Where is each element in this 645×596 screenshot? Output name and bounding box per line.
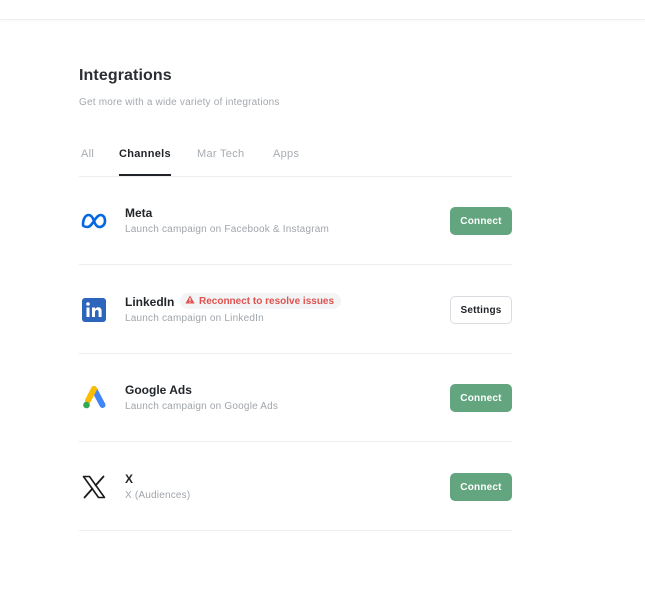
- integration-description: Launch campaign on Facebook & Instagram: [125, 224, 330, 235]
- integration-description: Launch campaign on LinkedIn: [125, 313, 264, 324]
- integration-name: LinkedIn: [125, 295, 175, 309]
- page-subtitle: Get more with a wide variety of integrat…: [79, 97, 280, 108]
- tab-mar-tech[interactable]: Mar Tech: [197, 140, 244, 176]
- integration-description: X (Audiences): [125, 490, 191, 501]
- linkedin-icon: [79, 295, 109, 325]
- tab-apps[interactable]: Apps: [273, 140, 299, 176]
- top-bar: [0, 0, 645, 20]
- integration-row-google-ads: Google Ads Launch campaign on Google Ads…: [79, 354, 512, 442]
- meta-icon: [79, 206, 109, 236]
- connect-x-button[interactable]: Connect: [450, 473, 512, 501]
- x-icon: [79, 472, 109, 502]
- integration-name: X: [125, 472, 134, 486]
- page-title: Integrations: [79, 67, 172, 84]
- integration-row-linkedin: LinkedIn Reconnect to resolve issues Lau…: [79, 266, 512, 354]
- tab-channels[interactable]: Channels: [119, 140, 171, 176]
- settings-linkedin-button[interactable]: Settings: [450, 296, 512, 324]
- google-ads-icon: [79, 383, 109, 413]
- warning-icon: [185, 295, 195, 307]
- connect-meta-button[interactable]: Connect: [450, 207, 512, 235]
- warning-text: Reconnect to resolve issues: [199, 295, 335, 307]
- integration-name: Meta: [125, 206, 153, 220]
- integration-description: Launch campaign on Google Ads: [125, 401, 279, 412]
- tab-all[interactable]: All: [81, 140, 94, 176]
- connect-google-ads-button[interactable]: Connect: [450, 384, 512, 412]
- integration-row-meta: Meta Launch campaign on Facebook & Insta…: [79, 177, 512, 265]
- integration-name: Google Ads: [125, 383, 192, 397]
- integration-row-x: X X (Audiences) Connect: [79, 443, 512, 531]
- tab-bar: All Channels Mar Tech Apps: [79, 140, 512, 177]
- warning-badge: Reconnect to resolve issues: [180, 293, 342, 309]
